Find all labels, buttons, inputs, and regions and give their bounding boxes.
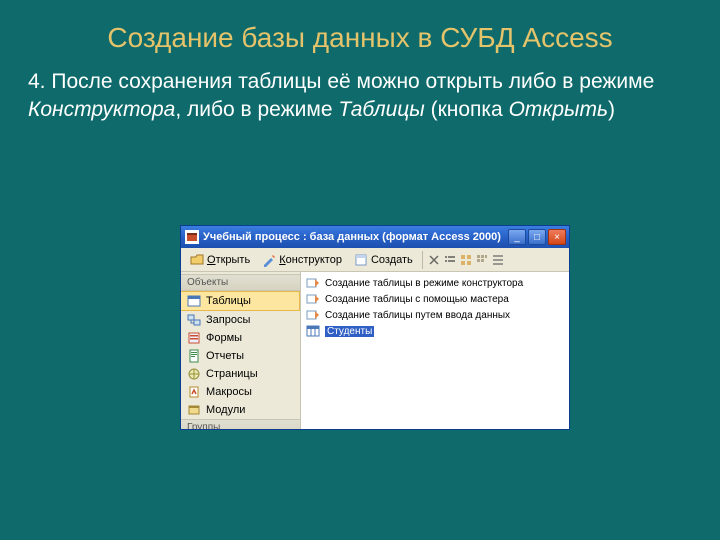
body-area: Объекты Таблицы Запросы Формы Отчеты Стр… bbox=[181, 272, 569, 429]
list-item-create-wizard[interactable]: Создание таблицы с помощью мастера bbox=[304, 291, 566, 307]
open-icon bbox=[190, 253, 204, 267]
forms-icon bbox=[187, 331, 201, 345]
create-label-pre: Соз bbox=[371, 254, 390, 266]
sidebar-item-label: Запросы bbox=[206, 314, 250, 326]
sidebar-item-label: Формы bbox=[206, 332, 242, 344]
wizard-icon bbox=[306, 292, 320, 306]
window-title: Учебный процесс : база данных (формат Ac… bbox=[203, 231, 508, 243]
sidebar-item-label: Модули bbox=[206, 404, 245, 416]
sidebar-header-groups[interactable]: Группы bbox=[181, 419, 300, 429]
details-icon[interactable] bbox=[491, 253, 505, 267]
list-item-label: Создание таблицы с помощью мастера bbox=[325, 294, 509, 305]
design-icon bbox=[262, 253, 276, 267]
sidebar-item-modules[interactable]: Модули bbox=[181, 401, 300, 419]
sidebar-item-label: Страницы bbox=[206, 368, 258, 380]
delete-icon[interactable] bbox=[427, 253, 441, 267]
create-button[interactable]: Создать bbox=[349, 251, 418, 269]
open-label-rest: ткрыть bbox=[216, 254, 251, 266]
minimize-button[interactable]: _ bbox=[508, 229, 526, 245]
small-icons-icon[interactable] bbox=[475, 253, 489, 267]
sidebar-item-label: Таблицы bbox=[206, 295, 251, 307]
content-pane[interactable]: Создание таблицы в режиме конструктора С… bbox=[301, 272, 569, 429]
body-text: 4. После сохранения таблицы её можно отк… bbox=[0, 62, 720, 125]
text-italic-2: Таблицы bbox=[338, 98, 424, 121]
sidebar-item-queries[interactable]: Запросы bbox=[181, 311, 300, 329]
text-part: 4. После сохранения таблицы её можно отк… bbox=[28, 70, 654, 93]
create-label-post: ать bbox=[396, 254, 413, 266]
reports-icon bbox=[187, 349, 201, 363]
modules-icon bbox=[187, 403, 201, 417]
titlebar[interactable]: Учебный процесс : база данных (формат Ac… bbox=[181, 226, 569, 248]
tables-icon bbox=[187, 294, 201, 308]
list-item-label: Создание таблицы в режиме конструктора bbox=[325, 278, 523, 289]
text-part: (кнопка bbox=[425, 98, 509, 121]
sidebar-item-label: Отчеты bbox=[206, 350, 244, 362]
text-part: , либо в режиме bbox=[175, 98, 338, 121]
text-part: ) bbox=[608, 98, 615, 121]
slide-title: Создание базы данных в СУБД Access bbox=[0, 0, 720, 62]
sidebar-item-pages[interactable]: Страницы bbox=[181, 365, 300, 383]
separator bbox=[422, 251, 423, 269]
maximize-button[interactable]: □ bbox=[528, 229, 546, 245]
sidebar-item-tables[interactable]: Таблицы bbox=[181, 291, 300, 311]
wizard-icon bbox=[306, 276, 320, 290]
sidebar-item-label: Макросы bbox=[206, 386, 252, 398]
pages-icon bbox=[187, 367, 201, 381]
large-icons-icon[interactable] bbox=[459, 253, 473, 267]
list-item-label: Студенты bbox=[325, 326, 374, 337]
design-button[interactable]: Конструктор bbox=[257, 251, 347, 269]
list-item-label: Создание таблицы путем ввода данных bbox=[325, 310, 510, 321]
design-label-rest: онструктор bbox=[286, 254, 342, 266]
create-icon bbox=[354, 253, 368, 267]
sidebar: Объекты Таблицы Запросы Формы Отчеты Стр… bbox=[181, 272, 301, 429]
sidebar-header-objects[interactable]: Объекты bbox=[181, 274, 300, 291]
text-italic-1: Конструктора bbox=[28, 98, 175, 121]
access-db-window: Учебный процесс : база данных (формат Ac… bbox=[180, 225, 570, 430]
app-icon bbox=[185, 230, 199, 244]
text-italic-3: Открыть bbox=[509, 98, 608, 121]
sidebar-item-forms[interactable]: Формы bbox=[181, 329, 300, 347]
queries-icon bbox=[187, 313, 201, 327]
list-item-create-design[interactable]: Создание таблицы в режиме конструктора bbox=[304, 275, 566, 291]
wizard-icon bbox=[306, 308, 320, 322]
sidebar-item-macros[interactable]: Макросы bbox=[181, 383, 300, 401]
open-button[interactable]: Открыть bbox=[185, 251, 255, 269]
macros-icon bbox=[187, 385, 201, 399]
list-item-create-data[interactable]: Создание таблицы путем ввода данных bbox=[304, 307, 566, 323]
close-button[interactable]: × bbox=[548, 229, 566, 245]
table-icon bbox=[306, 324, 320, 338]
list-item-students[interactable]: Студенты bbox=[304, 323, 566, 339]
sidebar-item-reports[interactable]: Отчеты bbox=[181, 347, 300, 365]
toolbar: Открыть Конструктор Создать bbox=[181, 248, 569, 272]
list-view-icon[interactable] bbox=[443, 253, 457, 267]
